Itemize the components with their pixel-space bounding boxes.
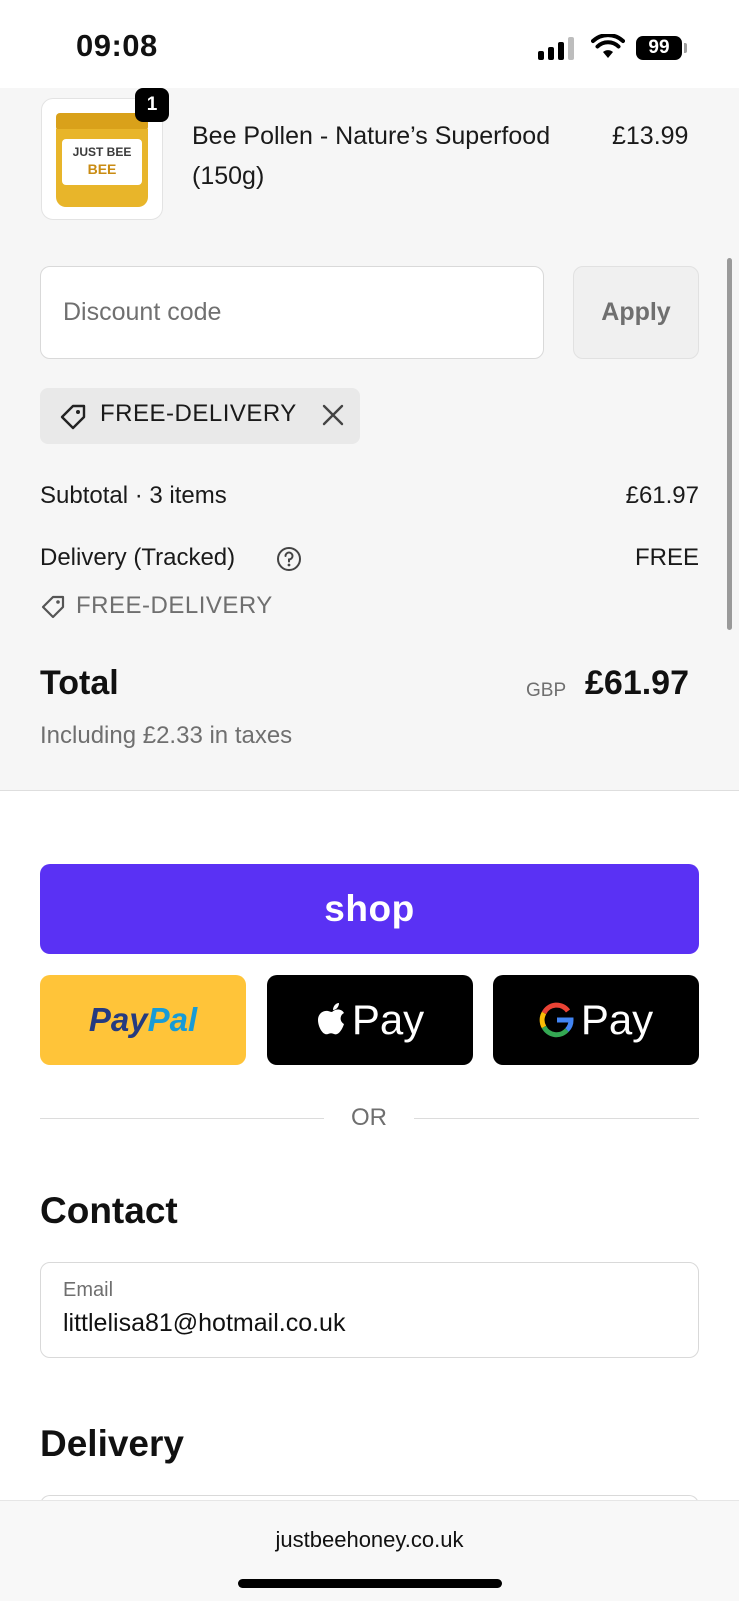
battery-icon: 99 — [636, 36, 682, 60]
delivery-discount-code: FREE-DELIVERY — [76, 592, 273, 619]
taxes-note: Including £2.33 in taxes — [40, 722, 293, 749]
google-g-icon — [539, 1002, 574, 1038]
paypal-button[interactable]: PayPal — [40, 975, 246, 1065]
status-bar: 09:08 99 — [0, 0, 739, 88]
tag-icon — [41, 595, 65, 619]
jar-product: BEE — [87, 161, 117, 177]
shop-pay-button[interactable]: shop — [40, 864, 699, 954]
discount-code-input[interactable] — [40, 266, 544, 359]
remove-discount-close-icon[interactable] — [320, 402, 346, 428]
applied-discount-chip: FREE-DELIVERY — [40, 388, 360, 444]
total-value: £61.97 — [585, 664, 689, 702]
battery-tip — [684, 43, 687, 53]
status-time: 09:08 — [76, 28, 158, 63]
apply-button[interactable]: Apply — [573, 266, 699, 359]
google-pay-button[interactable]: Pay — [493, 975, 699, 1065]
divider-left — [40, 1118, 324, 1119]
email-label: Email — [63, 1279, 114, 1301]
total-label: Total — [40, 664, 119, 702]
cellular-signal-icon — [538, 36, 574, 60]
url-text[interactable]: justbeehoney.co.uk — [0, 1527, 739, 1553]
paypal-logo-pal: Pal — [147, 1001, 198, 1038]
contact-heading: Contact — [40, 1190, 178, 1231]
currency-code: GBP — [526, 680, 567, 701]
delivery-heading: Delivery — [40, 1423, 184, 1464]
product-price: £13.99 — [612, 122, 689, 150]
email-field[interactable]: Email littlelisa81@hotmail.co.uk — [40, 1262, 699, 1358]
home-indicator[interactable] — [238, 1579, 502, 1588]
tag-icon — [60, 404, 86, 430]
google-pay-label: Pay — [580, 996, 654, 1043]
help-icon[interactable] — [276, 546, 302, 572]
divider-right — [414, 1118, 699, 1119]
apple-logo-icon — [317, 1003, 344, 1035]
delivery-label: Delivery (Tracked) — [40, 544, 236, 571]
jar-brand: JUST BEE — [72, 145, 132, 159]
subtotal-value: £61.97 — [625, 482, 699, 509]
product-name: Bee Pollen - Nature’s Superfood (150g) — [192, 122, 551, 190]
subtotal-label: Subtotal · 3 items — [40, 482, 227, 509]
jar-label: JUST BEE BEE — [62, 139, 142, 185]
email-value[interactable]: littlelisa81@hotmail.co.uk — [63, 1309, 345, 1338]
paypal-logo-pay: Pay — [88, 1001, 148, 1038]
wifi-icon — [591, 34, 625, 58]
scrollbar[interactable] — [727, 258, 732, 630]
or-divider-label: OR — [351, 1104, 387, 1131]
browser-address-bar[interactable]: justbeehoney.co.uk — [0, 1500, 739, 1601]
apple-pay-label: Pay — [351, 996, 425, 1043]
apple-pay-button[interactable]: Pay — [267, 975, 473, 1065]
applied-discount-code: FREE-DELIVERY — [100, 400, 297, 427]
quantity-badge: 1 — [135, 88, 169, 122]
delivery-value: FREE — [634, 544, 699, 571]
